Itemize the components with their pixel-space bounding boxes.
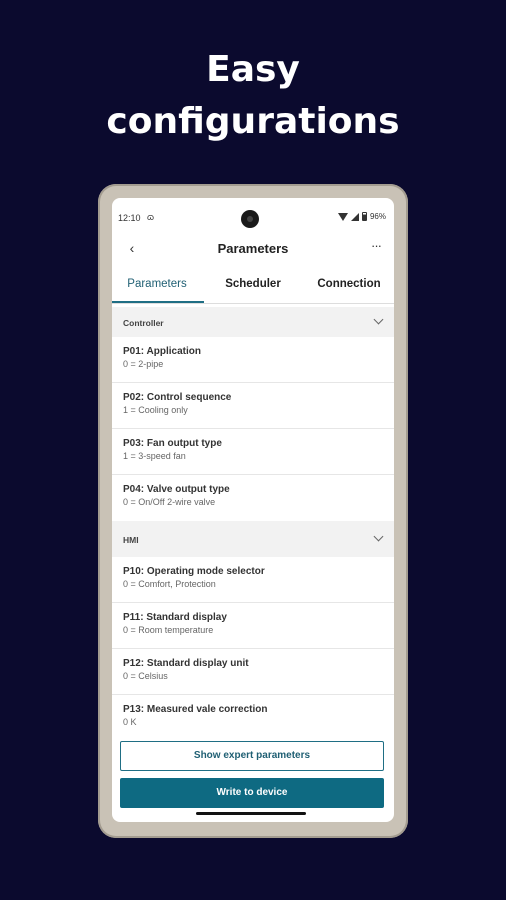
section-label: HMI [123,535,139,545]
list-item[interactable]: P12: Standard display unit 0 = Celsius [112,649,394,695]
param-title: P04: Valve output type [123,484,230,495]
list-item[interactable]: P02: Control sequence 1 = Cooling only [112,383,394,429]
param-value: 0 = Comfort, Protection [123,579,216,589]
status-icons: 96% [337,212,386,221]
param-value: 0 K [123,717,137,727]
list-item[interactable]: P04: Valve output type 0 = On/Off 2-wire… [112,475,394,521]
param-value: 0 = Celsius [123,671,168,681]
chevron-down-icon [373,531,384,542]
param-title: P11: Standard display [123,612,227,623]
status-bar: 12:10 ɷ 96% [112,198,394,234]
param-title: P13: Measured vale correction [123,704,268,715]
param-title: P03: Fan output type [123,438,222,449]
tab-parameters[interactable]: Parameters [112,270,202,304]
show-expert-parameters-button[interactable]: Show expert parameters [120,741,384,771]
app-bar: ‹ Parameters ··· [112,234,394,262]
promo-headline: Easy configurations [0,44,506,148]
battery-icon [361,212,367,221]
signal-icon [350,212,359,221]
parameter-list: Controller P01: Application 0 = 2-pipe P… [112,307,394,741]
param-value: 1 = Cooling only [123,405,188,415]
status-time: 12:10 [118,213,141,223]
param-value: 1 = 3-speed fan [123,451,186,461]
section-label: Controller [123,318,164,328]
param-title: P12: Standard display unit [123,658,249,669]
tab-connection[interactable]: Connection [304,270,394,304]
notification-icon: ɷ [147,212,155,222]
list-item[interactable]: P10: Operating mode selector 0 = Comfort… [112,557,394,603]
param-value: 0 = On/Off 2-wire valve [123,497,216,507]
page-title: Parameters [217,241,289,256]
list-item[interactable]: P11: Standard display 0 = Room temperatu… [112,603,394,649]
list-item[interactable]: P03: Fan output type 1 = 3-speed fan [112,429,394,475]
more-options-icon[interactable]: ··· [366,238,386,258]
section-header-controller[interactable]: Controller [112,307,394,337]
chevron-down-icon [373,314,384,325]
param-value: 0 = 2-pipe [123,359,164,369]
write-to-device-button[interactable]: Write to device [120,778,384,808]
phone-screen: 12:10 ɷ 96% ‹ Parameters ··· Parameters … [112,198,394,822]
list-item[interactable]: P01: Application 0 = 2-pipe [112,337,394,383]
battery-percent: 96% [369,212,386,221]
param-title: P10: Operating mode selector [123,566,265,577]
headline-line-2: configurations [106,101,400,142]
headline-line-1: Easy [206,49,300,90]
list-item[interactable]: P13: Measured vale correction 0 K [112,695,394,741]
param-title: P02: Control sequence [123,392,232,403]
param-value: 0 = Room temperature [123,625,214,635]
wifi-icon [337,212,348,221]
camera-cutout [241,210,259,228]
tab-selection-indicator [112,301,204,303]
section-header-hmi[interactable]: HMI [112,521,394,557]
tab-bar: Parameters Scheduler Connection [112,270,394,304]
tab-scheduler[interactable]: Scheduler [208,270,298,304]
home-indicator [196,812,306,815]
param-title: P01: Application [123,346,201,357]
